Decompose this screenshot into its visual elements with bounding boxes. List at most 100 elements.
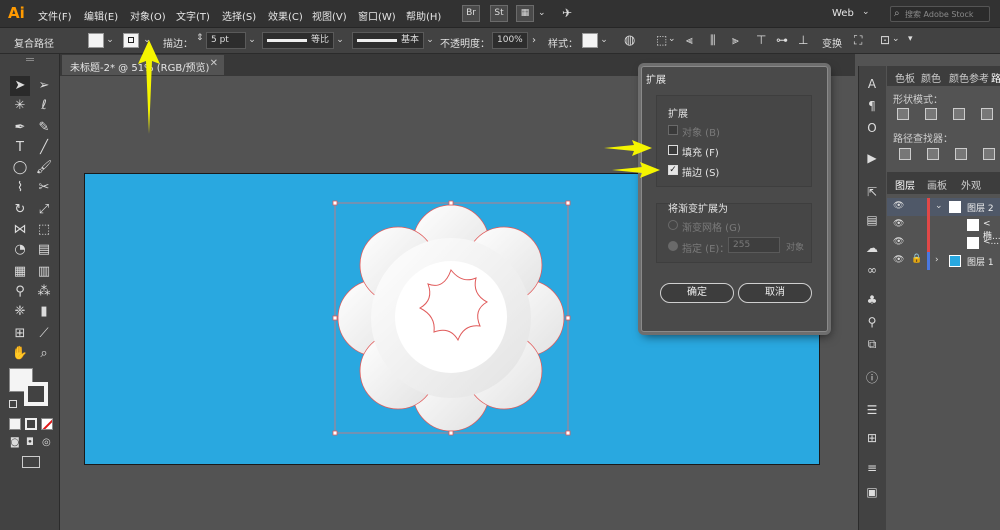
selection-handle[interactable] xyxy=(565,315,571,321)
visibility-eye-icon[interactable]: 👁 xyxy=(893,255,904,265)
tab-swatches[interactable]: 色板 xyxy=(895,70,915,85)
opacity-input[interactable]: 100% xyxy=(492,32,528,49)
object-checkbox[interactable] xyxy=(668,125,678,135)
layer-row[interactable]: 👁 <... xyxy=(887,234,1000,252)
select-similar-chevron-icon[interactable]: ⌄ xyxy=(892,34,900,44)
layer-row[interactable]: 👁 <椭... xyxy=(887,216,1000,242)
align-horizontal-center-icon[interactable]: ⫼ xyxy=(710,33,716,48)
info-panel-icon[interactable]: ⓘ xyxy=(864,370,880,386)
specify-radio[interactable] xyxy=(668,241,678,251)
stock-search-input[interactable]: ⌕ 搜索 Adobe Stock xyxy=(890,6,990,22)
variable-width-profile[interactable]: 等比 xyxy=(262,32,334,49)
gradient-mesh-radio[interactable] xyxy=(668,220,678,230)
ellipse-tool-icon[interactable]: ◯ xyxy=(10,158,30,178)
brush-definition[interactable]: 基本 xyxy=(352,32,424,49)
transform-panel-icon[interactable]: ⊞ xyxy=(864,430,880,446)
specify-objects-input[interactable]: 255 xyxy=(728,237,780,253)
opacity-arrow-icon[interactable]: › xyxy=(528,32,540,49)
direct-selection-tool-icon[interactable]: ➢ xyxy=(34,76,54,96)
align-top-icon[interactable]: ⊤ xyxy=(756,33,766,47)
mesh-tool-icon[interactable]: ▦ xyxy=(10,262,30,282)
stock-button[interactable]: St xyxy=(490,5,508,22)
asset-export-icon[interactable]: ⧉ xyxy=(864,336,880,352)
paintbrush-tool-icon[interactable]: 🖌 xyxy=(34,158,54,178)
workspace-switcher[interactable]: Web xyxy=(832,8,854,19)
selection-handle[interactable] xyxy=(565,200,571,206)
crop-button[interactable] xyxy=(983,148,995,160)
stroke-color-box[interactable] xyxy=(24,382,48,406)
lasso-tool-icon[interactable]: ℓ xyxy=(34,96,54,116)
document-tab[interactable]: 未标题-2* @ 51% (RGB/预览) ✕ xyxy=(62,55,224,75)
stroke-panel-icon[interactable]: ≡ xyxy=(864,460,880,476)
menu-edit[interactable]: 编辑(E) xyxy=(84,8,118,23)
selection-handle[interactable] xyxy=(332,315,338,321)
expand-chevron-icon[interactable]: › xyxy=(935,255,939,265)
stroke-checkbox[interactable]: ✓ xyxy=(668,165,678,175)
stroke-dropdown-icon[interactable]: ⌄ xyxy=(141,32,153,49)
cc-libraries-icon[interactable]: ☁ xyxy=(864,240,880,256)
magic-wand-tool-icon[interactable]: ✳ xyxy=(10,96,30,116)
perspective-grid-tool-icon[interactable]: ▤ xyxy=(34,240,54,260)
libraries-panel-icon[interactable]: ▤ xyxy=(864,212,880,228)
export-panel-icon[interactable]: ⇱ xyxy=(864,184,880,200)
shaper-tool-icon[interactable]: ⌇ xyxy=(10,178,30,198)
expand-chevron-icon[interactable]: ⌄ xyxy=(935,201,943,211)
none-mode-icon[interactable] xyxy=(41,418,53,430)
tab-color[interactable]: 颜色 xyxy=(921,70,941,85)
menu-window[interactable]: 窗口(W) xyxy=(358,8,396,23)
gradient-panel-icon[interactable]: ▣ xyxy=(864,484,880,500)
align-bottom-icon[interactable]: ⊥ xyxy=(798,33,808,47)
draw-normal-icon[interactable]: ◙ xyxy=(10,437,20,448)
gpu-performance-icon[interactable]: ✈ xyxy=(562,6,572,20)
gradient-mode-icon[interactable] xyxy=(25,418,37,430)
minus-front-button[interactable] xyxy=(925,108,937,120)
visibility-eye-icon[interactable]: 👁 xyxy=(893,219,904,229)
selection-handle[interactable] xyxy=(448,430,454,436)
fill-swatch[interactable] xyxy=(88,33,104,48)
unite-button[interactable] xyxy=(897,108,909,120)
intersect-button[interactable] xyxy=(953,108,965,120)
menu-help[interactable]: 帮助(H) xyxy=(406,8,441,23)
menu-type[interactable]: 文字(T) xyxy=(176,8,210,23)
lock-icon[interactable]: 🔒 xyxy=(911,254,922,264)
curvature-tool-icon[interactable]: ✎ xyxy=(34,118,54,138)
artboard-tool-icon[interactable]: ⊞ xyxy=(10,324,30,344)
menu-effect[interactable]: 效果(C) xyxy=(268,8,303,23)
scissors-tool-icon[interactable]: ✂ xyxy=(34,178,54,198)
align-to-icon[interactable]: ⬚ xyxy=(656,33,667,47)
tab-appearance[interactable]: 外观 xyxy=(961,177,981,192)
layer-row[interactable]: 👁 🔒 › 图层 1 xyxy=(887,252,1000,270)
chevron-down-icon[interactable]: ⌄ xyxy=(538,8,546,18)
zoom-tool-icon[interactable]: ⌕ xyxy=(34,344,54,364)
symbols-panel-icon[interactable]: ♣ xyxy=(864,292,880,308)
draw-inside-icon[interactable]: ◎ xyxy=(42,437,51,448)
tab-layers[interactable]: 图层 xyxy=(895,177,915,192)
tab-artboards[interactable]: 画板 xyxy=(927,177,947,192)
toolbar-grip[interactable] xyxy=(26,58,34,61)
stroke-swatch[interactable] xyxy=(123,33,139,48)
draw-behind-icon[interactable]: ◘ xyxy=(26,437,34,448)
line-tool-icon[interactable]: ╱ xyxy=(34,138,54,158)
selection-tool-icon[interactable]: ➤ xyxy=(10,76,30,96)
fill-checkbox[interactable] xyxy=(668,145,678,155)
tab-pathfinder[interactable]: 路 xyxy=(991,70,1000,85)
gradient-tool-icon[interactable]: ▥ xyxy=(34,262,54,282)
tab-color-guide[interactable]: 颜色参考 xyxy=(949,70,989,85)
select-similar-icon[interactable]: ⊡ xyxy=(880,33,890,47)
selection-handle[interactable] xyxy=(332,430,338,436)
style-dropdown-icon[interactable]: ⌄ xyxy=(598,32,610,49)
align-panel-icon[interactable]: ☰ xyxy=(864,402,880,418)
selection-handle[interactable] xyxy=(565,430,571,436)
divide-button[interactable] xyxy=(899,148,911,160)
control-menu-icon[interactable]: ▾ xyxy=(908,34,913,44)
free-transform-tool-icon[interactable]: ⬚ xyxy=(34,220,54,240)
flower-artwork[interactable] xyxy=(330,198,574,438)
screen-mode-icon[interactable] xyxy=(22,456,40,468)
profile-dropdown-icon[interactable]: ⌄ xyxy=(334,32,346,49)
bridge-button[interactable]: Br xyxy=(462,5,480,22)
align-right-icon[interactable]: ⫸ xyxy=(732,33,739,48)
trim-button[interactable] xyxy=(927,148,939,160)
align-left-icon[interactable]: ⫷ xyxy=(686,33,693,48)
align-to-chevron-icon[interactable]: ⌄ xyxy=(668,34,676,44)
arrange-documents-icon[interactable]: ▦ xyxy=(516,5,534,22)
